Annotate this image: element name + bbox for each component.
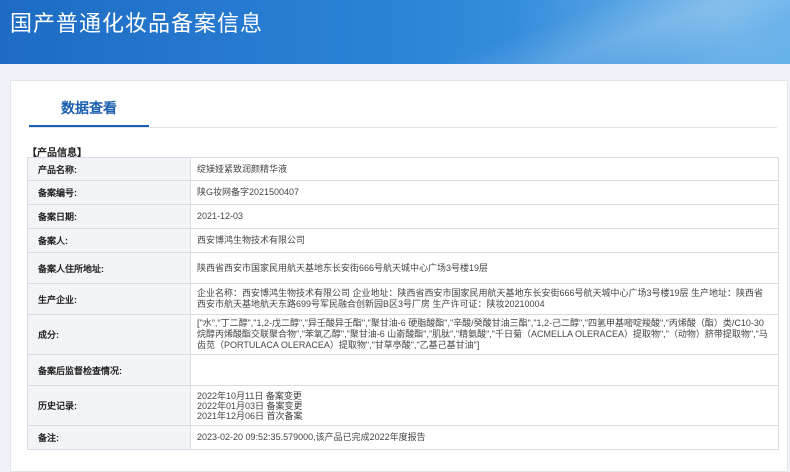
table-row: 成分: ["水","丁二醇","1,2-戊二醇","异壬酸异壬酯","聚甘油-6… (27, 314, 779, 355)
field-label-record-date: 备案日期: (27, 204, 191, 229)
table-row: 历史记录: 2022年10月11日 备案变更 2022年01月03日 备案变更 … (27, 385, 779, 426)
field-label-manufacturer: 生产企业: (27, 283, 191, 315)
banner-decoration (370, 0, 790, 64)
field-value-product-name: 绽媄娅紧致润颜精华液 (190, 157, 779, 181)
table-row: 备注: 2023-02-20 09:52:35.579000,该产品已完成202… (27, 425, 779, 450)
field-label-ingredients: 成分: (27, 314, 191, 355)
field-value-registrant-address: 陕西省西安市国家民用航天基地东长安街666号航天城中心广场3号楼19层 (190, 252, 779, 284)
field-label-supervision: 备案后监督检查情况: (27, 354, 191, 386)
field-label-registrant-address: 备案人住所地址: (27, 252, 191, 284)
table-row: 备案日期: 2021-12-03 (27, 204, 779, 229)
field-value-history: 2022年10月11日 备案变更 2022年01月03日 备案变更 2021年1… (190, 385, 779, 426)
field-value-record-no: 陕G妆网备字2021500407 (190, 180, 779, 205)
table-row: 备案后监督检查情况: (27, 354, 779, 386)
product-info-table: 产品名称: 绽媄娅紧致润颜精华液 备案编号: 陕G妆网备字2021500407 … (27, 157, 779, 450)
table-row: 备案编号: 陕G妆网备字2021500407 (27, 180, 779, 205)
field-value-remark: 2023-02-20 09:52:35.579000,该产品已完成2022年度报… (190, 425, 779, 450)
field-label-product-name: 产品名称: (27, 157, 191, 181)
page-title: 国产普通化妆品备案信息 (10, 12, 264, 37)
field-label-history: 历史记录: (27, 385, 191, 426)
history-item: 2022年01月03日 备案变更 (197, 400, 303, 411)
history-item: 2021年12月06日 首次备案 (197, 410, 303, 421)
field-value-ingredients: ["水","丁二醇","1,2-戊二醇","异壬酸异壬酯","聚甘油-6 硬脂酸… (190, 314, 779, 355)
tab-bar: 数据查看 (29, 91, 777, 128)
field-value-record-date: 2021-12-03 (190, 204, 779, 229)
header-banner: 国产普通化妆品备案信息 (0, 0, 790, 64)
field-value-registrant: 西安博鸿生物技术有限公司 (190, 228, 779, 253)
table-row: 备案人: 西安博鸿生物技术有限公司 (27, 228, 779, 253)
table-row: 产品名称: 绽媄娅紧致润颜精华液 (27, 157, 779, 181)
field-value-manufacturer: 企业名称：西安博鸿生物技术有限公司 企业地址：陕西省西安市国家民用航天基地东长安… (190, 283, 779, 315)
history-item: 2022年10月11日 备案变更 (197, 390, 302, 401)
content-panel: 数据查看 【产品信息】 产品名称: 绽媄娅紧致润颜精华液 备案编号: 陕G妆网备… (10, 80, 788, 472)
field-label-record-no: 备案编号: (27, 180, 191, 205)
tab-data-view[interactable]: 数据查看 (29, 91, 149, 127)
field-label-remark: 备注: (27, 425, 191, 450)
table-row: 备案人住所地址: 陕西省西安市国家民用航天基地东长安街666号航天城中心广场3号… (27, 252, 779, 284)
table-row: 生产企业: 企业名称：西安博鸿生物技术有限公司 企业地址：陕西省西安市国家民用航… (27, 283, 779, 315)
field-label-registrant: 备案人: (27, 228, 191, 253)
field-value-supervision (190, 354, 779, 386)
